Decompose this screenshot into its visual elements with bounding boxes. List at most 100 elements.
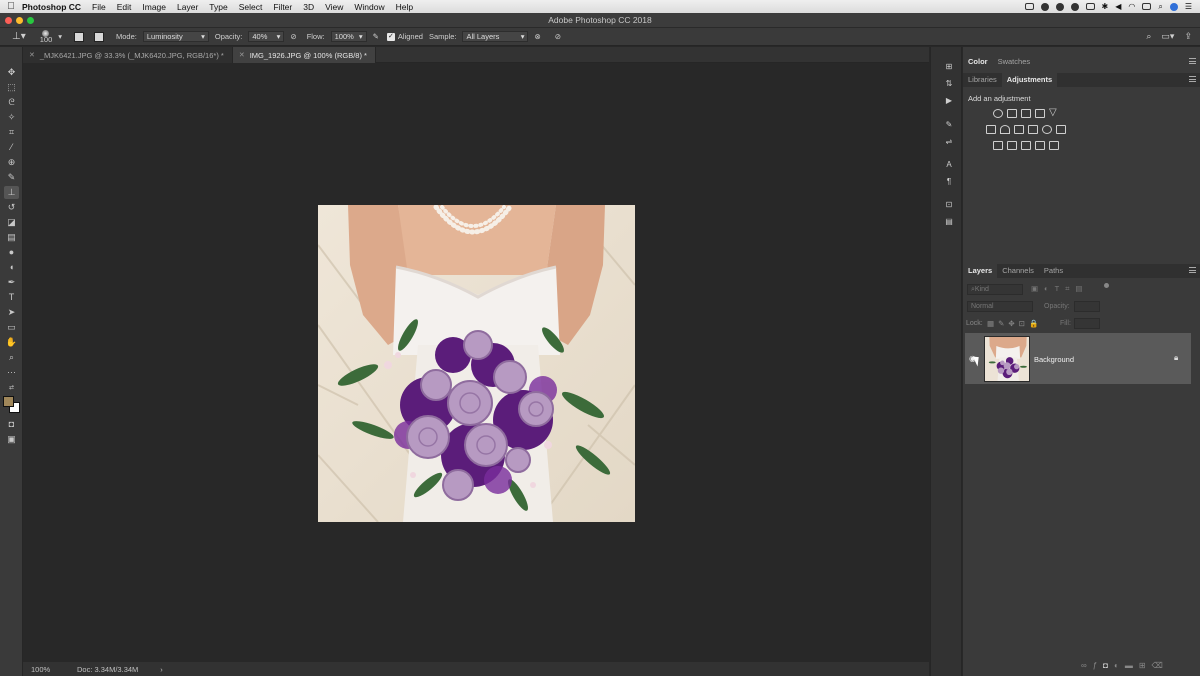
clone-source-panel-icon[interactable]: ⊡	[944, 200, 954, 210]
foreground-color-swatch[interactable]	[3, 396, 14, 407]
character-icon[interactable]: A	[944, 160, 954, 170]
notes-icon[interactable]: ▤	[944, 217, 954, 227]
move-tool-icon[interactable]: ✥	[4, 66, 19, 79]
link-layers-icon[interactable]: ∞	[1081, 661, 1093, 670]
lasso-tool-icon[interactable]: ᘓ	[4, 96, 19, 109]
zoom-tool-icon[interactable]: ⌕	[4, 351, 19, 364]
swap-colors-icon[interactable]: ⇄	[4, 382, 19, 395]
tab-adjustments[interactable]: Adjustments	[1001, 73, 1058, 87]
paragraph-icon[interactable]: ¶	[944, 177, 954, 187]
eraser-tool-icon[interactable]: ◪	[4, 216, 19, 229]
menu-type[interactable]: Type	[209, 2, 227, 12]
threshold-icon[interactable]	[1021, 141, 1031, 150]
layer-filter-kind[interactable]: ⌕Kind	[967, 284, 1023, 295]
menu-select[interactable]: Select	[239, 2, 263, 12]
clone-stamp-preset-icon[interactable]: ⊥▾	[12, 31, 26, 42]
bluetooth-icon[interactable]: ✱	[1102, 2, 1109, 11]
menu-layer[interactable]: Layer	[177, 2, 198, 12]
type-tool-icon[interactable]: T	[4, 291, 19, 304]
brush-settings-icon[interactable]	[74, 31, 85, 42]
layer-opacity-field[interactable]	[1074, 301, 1100, 312]
ignore-adjustment-layers-icon[interactable]: ⊗	[534, 32, 540, 41]
pressure-size-icon[interactable]: ⊘	[555, 32, 561, 41]
siri-icon[interactable]	[1169, 2, 1178, 11]
new-layer-icon[interactable]: ⊞	[1139, 661, 1152, 670]
airbrush-icon[interactable]: ✎	[373, 32, 379, 41]
fx-icon[interactable]: ƒ	[1093, 661, 1103, 670]
crop-tool-icon[interactable]: ⌗	[4, 126, 19, 139]
battery-icon[interactable]	[1142, 3, 1152, 10]
healing-brush-tool-icon[interactable]: ⊕	[4, 156, 19, 169]
vibrance-icon[interactable]: ▽	[1049, 107, 1057, 118]
clone-stamp-tool-icon[interactable]: ⊥	[4, 186, 19, 199]
close-icon[interactable]: ✕	[239, 51, 245, 59]
new-adjustment-icon[interactable]: ◐	[1114, 661, 1125, 670]
history-brush-tool-icon[interactable]: ↺	[4, 201, 19, 214]
delete-layer-icon[interactable]: ⌫	[1152, 661, 1169, 670]
menu-image[interactable]: Image	[142, 2, 166, 12]
panel-menu-icon[interactable]	[1189, 76, 1196, 82]
tab-color[interactable]: Color	[963, 55, 993, 69]
dodge-tool-icon[interactable]: ◖	[4, 261, 19, 274]
levels-icon[interactable]	[1007, 109, 1017, 118]
layer-name[interactable]: Background	[1034, 355, 1074, 364]
menu-file[interactable]: File	[92, 2, 106, 12]
photo-filter-icon[interactable]	[1028, 125, 1038, 134]
aligned-checkbox[interactable]: ✓ Aligned	[386, 32, 423, 41]
quick-mask-icon[interactable]: ◘	[4, 418, 19, 431]
display-icon[interactable]	[1085, 3, 1095, 10]
brush-preset-picker[interactable]: 100	[40, 30, 52, 43]
adjust-sliders-icon[interactable]: ⇌	[944, 137, 954, 147]
color-balance-icon[interactable]	[1000, 125, 1010, 134]
menu-edit[interactable]: Edit	[117, 2, 132, 12]
curves-icon[interactable]	[1021, 109, 1031, 118]
status-menu-arrow[interactable]: ›	[160, 665, 163, 674]
new-group-icon[interactable]: ▬	[1125, 661, 1139, 670]
tab-layers[interactable]: Layers	[963, 264, 998, 278]
workspace-icon[interactable]: ▭▾	[1161, 31, 1174, 42]
more-tools-icon[interactable]: ···	[4, 366, 19, 379]
notification-center-icon[interactable]: ☰	[1185, 2, 1192, 11]
properties-icon[interactable]: ⇅	[944, 79, 954, 89]
path-selection-tool-icon[interactable]: ➤	[4, 306, 19, 319]
cloud-icon[interactable]	[1070, 2, 1079, 11]
menu-window[interactable]: Window	[354, 2, 384, 12]
black-white-icon[interactable]	[1014, 125, 1024, 134]
tab-libraries[interactable]: Libraries	[963, 73, 1002, 87]
share-icon[interactable]: ⇪	[1184, 31, 1192, 42]
channel-mixer-icon[interactable]	[1042, 125, 1052, 134]
pen-tool-icon[interactable]: ✒	[4, 276, 19, 289]
spotlight-search-icon[interactable]: ⌕	[1158, 2, 1162, 12]
document-tab[interactable]: ✕ _MJK6421.JPG @ 33.3% (_MJK6420.JPG, RGB…	[23, 47, 233, 63]
mode-select[interactable]: Luminosity ▾	[142, 31, 209, 42]
tab-channels[interactable]: Channels	[997, 264, 1039, 278]
clone-source-icon[interactable]	[94, 31, 105, 42]
brush-tool-icon[interactable]: ✎	[4, 171, 19, 184]
menu-help[interactable]: Help	[396, 2, 413, 12]
zoom-level[interactable]: 100%	[23, 665, 61, 674]
gradient-map-icon[interactable]	[1049, 141, 1059, 150]
layer-row[interactable]: ◉ Background 🔒︎	[965, 333, 1191, 384]
screen-icon[interactable]	[1024, 3, 1034, 10]
wifi-icon[interactable]: ◠	[1128, 2, 1135, 11]
color-lookup-icon[interactable]	[1056, 125, 1066, 134]
tab-paths[interactable]: Paths	[1039, 264, 1068, 278]
gradient-tool-icon[interactable]: ▤	[4, 231, 19, 244]
bride-bouquet-photo[interactable]	[318, 205, 635, 522]
record-icon[interactable]	[1040, 2, 1049, 11]
exposure-icon[interactable]	[1035, 109, 1045, 118]
blur-tool-icon[interactable]: ●	[4, 246, 19, 259]
tab-swatches[interactable]: Swatches	[993, 55, 1036, 69]
panel-menu-icon[interactable]	[1189, 267, 1196, 273]
eyedropper-tool-icon[interactable]: ⁄	[4, 141, 19, 154]
blend-mode-select[interactable]: Normal	[967, 301, 1033, 312]
document-tab-active[interactable]: ✕ IMG_1926.JPG @ 100% (RGB/8) *	[232, 47, 376, 63]
apple-icon[interactable]: 	[0, 1, 22, 12]
panel-menu-icon[interactable]	[1189, 58, 1196, 64]
brush-preset-dropdown-icon[interactable]: ▾	[58, 32, 62, 41]
opacity-field[interactable]: 40% ▾	[248, 31, 285, 42]
hue-saturation-icon[interactable]	[986, 125, 996, 134]
app-menu[interactable]: Photoshop CC	[22, 2, 81, 12]
layer-filter-icons[interactable]: ▣◐T⌗▤	[1031, 284, 1089, 294]
magic-wand-tool-icon[interactable]: ✧	[4, 111, 19, 124]
